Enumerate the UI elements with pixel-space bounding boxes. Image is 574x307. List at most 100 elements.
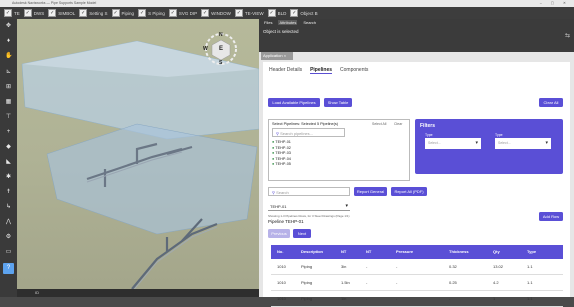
tab-attributes[interactable]: Attributes [278, 20, 298, 25]
report-general-button[interactable]: Report General [354, 187, 387, 196]
application-tab[interactable]: Application × [261, 52, 293, 60]
title-bar: Autodesk Navisworks — Pipe Supports Samp… [0, 0, 574, 7]
subtab-components[interactable]: Components [340, 67, 368, 74]
toolbar-tab[interactable]: ✓ SIMBOL [48, 9, 75, 17]
layers-icon[interactable]: ◆ [5, 144, 12, 151]
left-toolstrip: ✥ ♦ ✋ ⊾ ⊞ ▦ ⊤ + ◆ ◣ ✱ ☨ ↳ ⋀ ⚙ ▭ ? [0, 19, 17, 297]
toolbar-tab[interactable]: ✓ SVG DIP [168, 9, 197, 17]
right-panel: Files Attributes Search Object is select… [259, 19, 574, 307]
toolbar-tab[interactable]: ✓ WINDOW [201, 9, 231, 17]
table-icon[interactable]: ▦ [5, 99, 12, 106]
tab-search[interactable]: Search [302, 20, 317, 25]
pipeline-select[interactable]: TEHP-01 ▾ [268, 202, 350, 211]
tree-icon[interactable]: ⋀ [5, 219, 12, 226]
show-table-button[interactable]: Show Table [324, 98, 352, 107]
load-pipelines-button[interactable]: Load Available Pipelines [268, 98, 320, 107]
add-row-button[interactable]: Add Row [539, 212, 563, 221]
checkbox[interactable]: ✓ [201, 9, 210, 17]
column-header: Type [527, 249, 537, 254]
report-all-pdf-button[interactable]: Report All (PDF) [391, 187, 427, 196]
3d-viewport[interactable]: N E W S [17, 19, 259, 297]
previous-button[interactable]: Previous [268, 229, 290, 238]
toolbar-tab[interactable]: ✓ TE-VIEW [234, 9, 264, 17]
column-header: NT [341, 249, 347, 254]
angle-icon[interactable]: ◣ [5, 159, 12, 166]
table-row[interactable]: 1010 Piping 1in - - - 1 1.1 [271, 291, 563, 307]
window-controls[interactable]: – ▢ ✕ [540, 0, 570, 7]
check-icon: ● [272, 151, 275, 155]
checkbox[interactable]: ✓ [23, 9, 32, 17]
filter-type1-select[interactable]: Select... ▾ [425, 138, 481, 149]
selection-title: Select Pipelines: Selected 5 Pipeline(s) [272, 122, 339, 126]
table-row[interactable]: 1010 Piping 3in - - 0.32 13.02 1.1 [271, 259, 563, 275]
checkbox[interactable]: ✓ [79, 9, 88, 17]
toolbar-tab[interactable]: ✓ S Piping [138, 9, 165, 17]
check-icon: ● [272, 145, 275, 150]
column-header: Thickness [449, 249, 469, 254]
checkbox[interactable]: ✓ [111, 9, 120, 17]
compass-icon[interactable]: ✥ [5, 23, 12, 30]
toolbar-tab[interactable]: ✓ TE [4, 9, 20, 17]
chevron-down-icon: ▾ [345, 203, 348, 209]
pipeline-list: ● TEHP-01 ● TEHP-02 ● TEHP-03 ● TEHP-04 … [272, 140, 291, 168]
subtab-pipelines[interactable]: Pipelines [310, 67, 333, 74]
toolbar-tab[interactable]: ✓ Object B [290, 9, 318, 17]
viewport-status: ID [17, 289, 259, 297]
subtab-header-details[interactable]: Header Details [269, 67, 302, 74]
filter-type1-label: Type [425, 133, 433, 137]
selection-status: Object is selected [263, 29, 299, 34]
filter-type2-select[interactable]: Select... ▾ [495, 138, 551, 149]
select-all-link[interactable]: Select All [372, 122, 386, 126]
filters-title: Filters [420, 123, 436, 129]
measure-icon[interactable]: ⊾ [5, 69, 12, 76]
help-icon[interactable]: ? [3, 263, 14, 274]
table-header: No. Description NT NT Pressure Thickness… [271, 245, 563, 259]
plus-icon[interactable]: + [5, 129, 12, 136]
checkbox[interactable]: ✓ [168, 9, 177, 17]
checkbox[interactable]: ✓ [4, 9, 12, 17]
person-icon[interactable]: ☨ [5, 189, 12, 196]
checkbox[interactable]: ✓ [290, 9, 299, 17]
column-header: No. [277, 249, 284, 254]
toolbar-tab[interactable]: ✓ Piping [111, 9, 134, 17]
chevron-down-icon: ▾ [475, 140, 478, 146]
pipelines-card: Header Details Pipelines Components Load… [263, 62, 570, 307]
pipeline-search-input[interactable]: ⚲ Search pipelines... [272, 128, 345, 137]
filter-icon[interactable]: ⊤ [5, 114, 12, 121]
grid-icon[interactable]: ⊞ [5, 84, 12, 91]
table-row[interactable]: 1010 Piping 1.5in - - 0.25 4.2 1.1 [271, 275, 563, 291]
settings-icon[interactable]: ⚙ [5, 234, 12, 241]
checkbox[interactable]: ✓ [138, 9, 147, 17]
check-icon: ● [272, 140, 275, 144]
pin-icon[interactable]: ♦ [5, 38, 12, 45]
hand-icon[interactable]: ✋ [5, 53, 12, 60]
pipelines-table: No. Description NT NT Pressure Thickness… [271, 245, 563, 307]
pipeline-name: Pipeline TEHP-01 [268, 219, 304, 224]
star-icon[interactable]: ✱ [5, 174, 12, 181]
next-button[interactable]: Next [293, 229, 311, 238]
toolbar-tab[interactable]: ✓ DWS [23, 9, 44, 17]
chevron-down-icon: ▾ [545, 140, 548, 146]
viewcube[interactable]: N E W S [201, 29, 241, 69]
window-title: Autodesk Navisworks — Pipe Supports Samp… [12, 1, 97, 5]
tab-files[interactable]: Files [263, 20, 273, 25]
clear-link[interactable]: Clear [394, 122, 402, 126]
panel-header: Files Attributes Search Object is select… [259, 19, 574, 52]
axis-icon[interactable]: ↳ [5, 204, 12, 211]
filters-panel: Filters Type Select... ▾ Type Select... ▾ [415, 119, 563, 174]
toolbar-tab[interactable]: ✓ BLD [267, 9, 286, 17]
column-header: Qty [493, 249, 500, 254]
clear-all-button[interactable]: Clear All [539, 98, 563, 107]
checkbox[interactable]: ✓ [234, 9, 243, 17]
toolbar-tab[interactable]: ✓ Setting S [79, 9, 108, 17]
check-icon: ● [272, 156, 275, 161]
list-item[interactable]: ● TEHP-05 [272, 162, 291, 168]
checkbox[interactable]: ✓ [48, 9, 57, 17]
search-input[interactable]: ⚲ Search [268, 187, 350, 196]
document-icon[interactable]: ▭ [5, 249, 12, 256]
expand-icon[interactable]: ⇆ [565, 32, 570, 39]
checkbox[interactable]: ✓ [267, 9, 276, 17]
viewcube-east: E [219, 46, 224, 52]
viewcube-south: S [219, 60, 223, 66]
column-header: Description [301, 249, 324, 254]
